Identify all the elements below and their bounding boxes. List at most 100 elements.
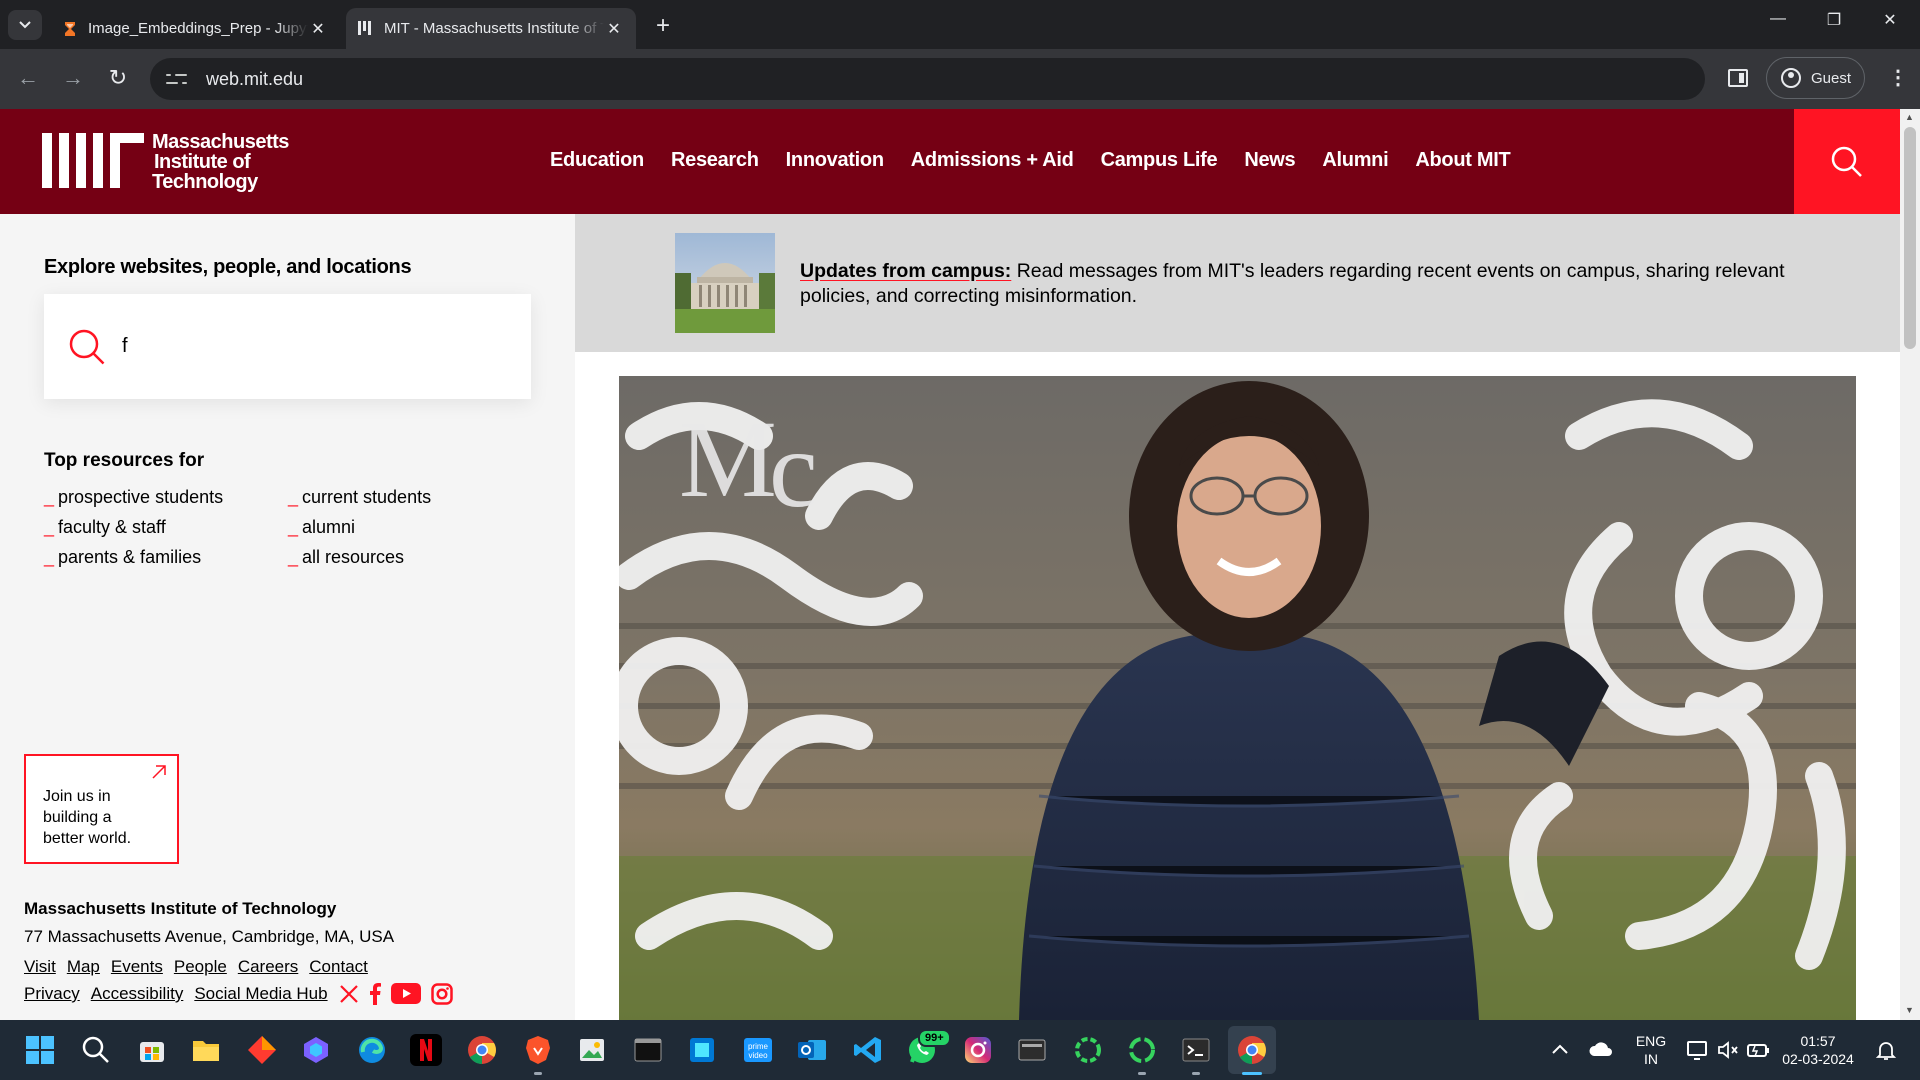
nav-campus-life[interactable]: Campus Life (1101, 149, 1218, 172)
x-twitter-icon[interactable] (339, 984, 359, 1004)
resource-parents-families[interactable]: _ parents & families (44, 547, 288, 568)
vscode-icon[interactable] (852, 1034, 884, 1066)
window-close-icon[interactable]: ✕ (1870, 10, 1910, 30)
footer-link-visit[interactable]: Visit (24, 953, 56, 980)
hero-image[interactable]: M c J (619, 376, 1856, 1020)
youtube-icon[interactable] (390, 983, 421, 1004)
tab-mit[interactable]: MIT - Massachusetts Institute of Technol… (346, 8, 636, 49)
new-tab-button[interactable]: + (650, 12, 676, 40)
running-indicator (1138, 1072, 1146, 1075)
explore-panel: Explore websites, people, and locations … (0, 214, 575, 1020)
resource-all-resources[interactable]: _ all resources (288, 547, 488, 568)
windows-app-icon[interactable] (686, 1034, 718, 1066)
profile-button[interactable]: Guest (1766, 57, 1865, 99)
chevron-up-icon[interactable] (1548, 1038, 1572, 1062)
footer-link-people[interactable]: People (174, 953, 227, 980)
outlook-icon[interactable] (796, 1034, 828, 1066)
language-indicator[interactable]: ENG IN (1628, 1032, 1674, 1068)
terminal-icon[interactable] (1180, 1034, 1212, 1066)
tab-strip: Image_Embeddings_Prep - Jupyter ✕ MIT - … (0, 0, 1920, 49)
updates-link[interactable]: Updates from campus: (800, 260, 1011, 282)
hourglass-icon (65, 21, 75, 36)
site-search-button[interactable] (1794, 109, 1900, 214)
menu-dots-icon[interactable]: ⋮ (1888, 65, 1908, 90)
join-us-card[interactable]: Join us in building a better world. (24, 754, 179, 864)
close-icon[interactable]: ✕ (308, 19, 328, 39)
address-bar[interactable]: web.mit.edu (150, 58, 1705, 100)
minimize-icon[interactable]: — (1758, 10, 1798, 28)
site-info-icon[interactable] (166, 71, 188, 87)
site-header: Massachusetts Institute of Technology Ed… (0, 109, 1900, 214)
footer-link-accessibility[interactable]: Accessibility (91, 980, 184, 1007)
chrome-icon[interactable] (466, 1034, 498, 1066)
loading-ring-icon[interactable] (1126, 1034, 1158, 1066)
explore-search-input[interactable] (122, 335, 502, 358)
footer-links-row2: Privacy Accessibility Social Media Hub (24, 980, 544, 1007)
forward-arrow-icon[interactable]: → (58, 65, 88, 91)
tab-search-button[interactable] (8, 10, 42, 40)
footer-link-contact[interactable]: Contact (309, 953, 368, 980)
chrome-icon[interactable] (1236, 1034, 1268, 1066)
whatsapp-badge: 99+ (918, 1029, 951, 1047)
brave-icon[interactable] (522, 1034, 554, 1066)
nav-research[interactable]: Research (671, 149, 759, 172)
resource-current-students[interactable]: _ current students (288, 487, 488, 508)
footer-link-map[interactable]: Map (67, 953, 100, 980)
mit-wordmark[interactable]: Massachusetts Institute of Technology (152, 132, 289, 192)
battery-icon[interactable] (1746, 1038, 1770, 1062)
resource-faculty-staff[interactable]: _ faculty & staff (44, 517, 288, 538)
footer-link-privacy[interactable]: Privacy (24, 980, 80, 1007)
tab-jupyter[interactable]: Image_Embeddings_Prep - Jupyter ✕ (50, 8, 340, 49)
network-icon[interactable] (1686, 1038, 1710, 1062)
nav-news[interactable]: News (1244, 149, 1295, 172)
scroll-up-icon[interactable]: ▲ (1905, 112, 1914, 122)
scroll-down-icon[interactable]: ▼ (1905, 1005, 1914, 1015)
mit-logo-icon[interactable] (42, 133, 144, 188)
explore-search-box[interactable] (44, 294, 531, 399)
prime-video-icon[interactable]: primevideo (742, 1034, 774, 1066)
resource-prospective-students[interactable]: _ prospective students (44, 487, 288, 508)
netflix-icon[interactable] (410, 1034, 442, 1066)
file-explorer-icon[interactable] (190, 1034, 222, 1066)
reload-icon[interactable]: ↻ (103, 65, 133, 91)
footer-link-events[interactable]: Events (111, 953, 163, 980)
store-icon[interactable] (136, 1034, 168, 1066)
loading-ring-icon[interactable] (1072, 1034, 1104, 1066)
nav-innovation[interactable]: Innovation (786, 149, 884, 172)
footer-link-social-media-hub[interactable]: Social Media Hub (194, 980, 327, 1007)
restore-icon[interactable]: ❐ (1814, 10, 1854, 30)
scroll-thumb[interactable] (1904, 127, 1916, 349)
volume-muted-icon[interactable] (1716, 1038, 1740, 1062)
onedrive-cloud-icon[interactable] (1588, 1038, 1614, 1062)
clock[interactable]: 01:57 02-03-2024 (1780, 1032, 1856, 1068)
notification-bell-icon[interactable] (1874, 1038, 1898, 1062)
region-code: IN (1644, 1051, 1658, 1067)
edge-icon[interactable] (356, 1034, 388, 1066)
nav-about[interactable]: About MIT (1415, 149, 1510, 172)
svg-text:prime: prime (748, 1042, 769, 1051)
back-arrow-icon[interactable]: ← (13, 65, 43, 91)
page-scrollbar[interactable]: ▲ ▼ (1900, 109, 1920, 1020)
copilot-icon[interactable] (300, 1034, 332, 1066)
main-content: Updates from campus: Read messages from … (575, 214, 1900, 1020)
nav-education[interactable]: Education (550, 149, 644, 172)
nav-alumni[interactable]: Alumni (1322, 149, 1388, 172)
instagram-icon[interactable] (962, 1034, 994, 1066)
terminal-window-icon[interactable] (632, 1034, 664, 1066)
resources-list: _ prospective students _ current students … (44, 487, 464, 568)
side-panel-icon[interactable] (1728, 69, 1748, 87)
virtual-machine-icon[interactable] (1016, 1034, 1048, 1066)
instagram-icon[interactable] (430, 982, 453, 1005)
image-viewer-icon[interactable] (576, 1034, 608, 1066)
main-nav: Education Research Innovation Admissions… (550, 149, 1537, 172)
windows-start-icon[interactable] (24, 1034, 56, 1066)
clock-date: 02-03-2024 (1782, 1051, 1854, 1067)
app-diamond-icon[interactable] (246, 1034, 278, 1066)
facebook-icon[interactable] (369, 982, 381, 1005)
footer-link-careers[interactable]: Careers (238, 953, 298, 980)
resource-alumni[interactable]: _ alumni (288, 517, 488, 538)
great-dome-thumbnail[interactable] (675, 233, 775, 333)
search-icon[interactable] (80, 1034, 112, 1066)
nav-admissions[interactable]: Admissions + Aid (911, 149, 1074, 172)
close-icon[interactable]: ✕ (604, 19, 624, 39)
